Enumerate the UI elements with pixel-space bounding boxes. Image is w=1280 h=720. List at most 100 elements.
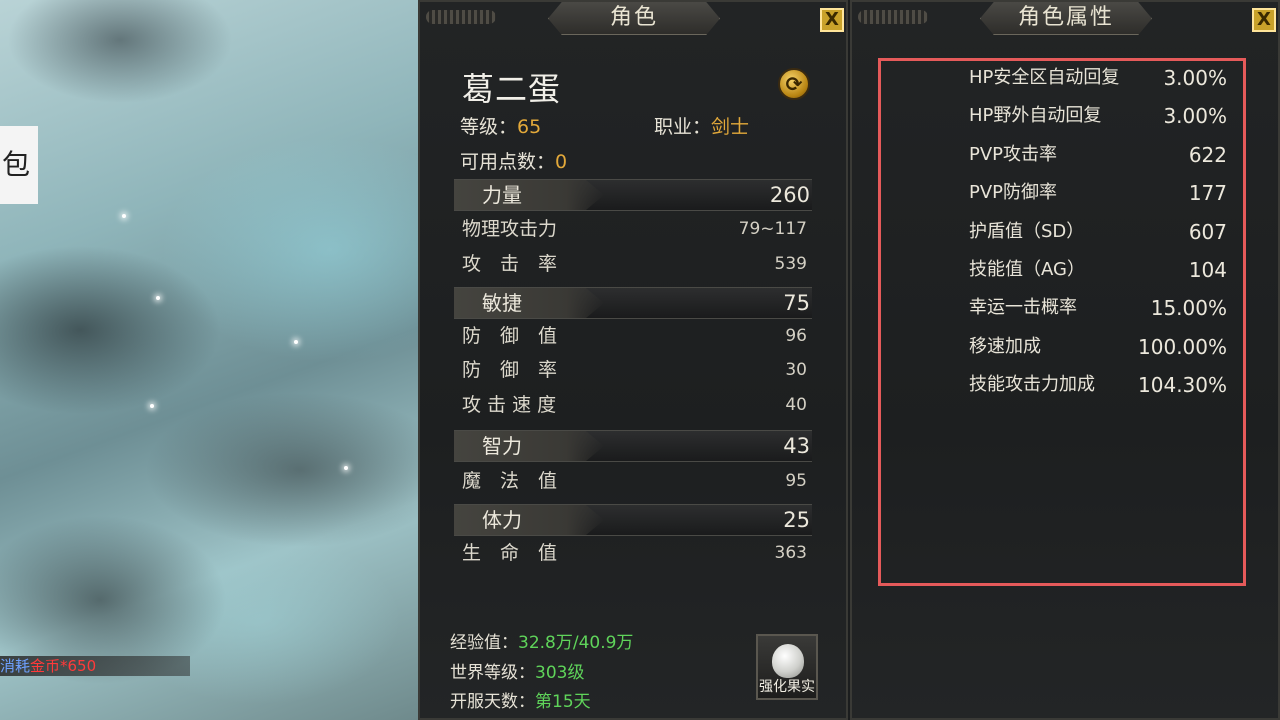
consume-label: 消耗 (0, 657, 31, 675)
sparkle (156, 296, 160, 300)
attribute-panel-title: 角色属性 (980, 2, 1152, 35)
substat-label: 物理攻击力 (462, 218, 558, 240)
level-value: 65 (517, 116, 542, 138)
attribute-value: 15.00% (1150, 296, 1227, 320)
stat-name: 智力 (482, 434, 522, 458)
attribute-label: 技能值（AG） (969, 259, 1085, 280)
substat-value: 79~117 (738, 219, 807, 239)
stat-value: 25 (783, 508, 810, 532)
attribute-row: PVP攻击率 622 (969, 140, 1227, 170)
rope-ornament-left (858, 10, 928, 24)
consume-info: 消耗金币*650 (0, 656, 190, 676)
bag-tab[interactable]: 包 (0, 126, 38, 204)
attribute-value: 100.00% (1138, 335, 1227, 359)
server-days-row: 开服天数：第15天 (450, 687, 591, 712)
substat-label: 攻 击 速 度 (462, 394, 557, 416)
character-panel-title: 角色 (548, 2, 720, 35)
substat-row: 物理攻击力 79~117 (462, 214, 807, 244)
server-days-label: 开服天数： (450, 692, 535, 712)
attribute-list: HP安全区自动回复 3.00% HP野外自动回复 3.00% PVP攻击率 62… (878, 58, 1246, 586)
exp-value: 32.8万/40.9万 (518, 633, 634, 653)
sparkle (150, 404, 154, 408)
class-row: 职业：剑士 (654, 112, 749, 139)
world-level-label: 世界等级： (450, 663, 535, 683)
level-label: 等级： (460, 116, 518, 138)
attribute-row: 技能攻击力加成 104.30% (969, 370, 1227, 400)
substat-value: 30 (785, 360, 807, 380)
character-panel: 角色 X 葛二蛋 ⟳ 等级：65 职业：剑士 可用点数：0 力量 260 物理攻… (418, 0, 848, 720)
points-label: 可用点数： (460, 151, 556, 173)
attribute-row: PVP防御率 177 (969, 178, 1227, 208)
sparkle (344, 466, 348, 470)
stat-name: 敏捷 (482, 291, 522, 315)
substat-label: 防 御 率 (462, 359, 558, 381)
attribute-row: HP野外自动回复 3.00% (969, 101, 1227, 131)
character-name: 葛二蛋 (462, 70, 562, 108)
substat-value: 539 (774, 254, 807, 274)
exp-label: 经验值： (450, 633, 518, 653)
level-row: 等级：65 (460, 112, 541, 139)
stat-value: 43 (783, 434, 810, 458)
stat-bar-strength: 力量 260 (454, 179, 812, 211)
enhance-fruit-button[interactable]: 强化果实 (756, 634, 818, 700)
enhance-fruit-label: 强化果实 (759, 679, 815, 695)
attribute-label: 幸运一击概率 (969, 297, 1077, 318)
attribute-row: 技能值（AG） 104 (969, 255, 1227, 285)
substat-row: 防 御 率 30 (462, 355, 807, 385)
substat-value: 363 (774, 543, 807, 563)
attribute-value: 104.30% (1138, 373, 1227, 397)
attribute-row: HP安全区自动回复 3.00% (969, 63, 1227, 93)
attribute-label: HP安全区自动回复 (969, 67, 1120, 88)
substat-row: 攻 击 率 539 (462, 249, 807, 279)
attribute-value: 607 (1188, 220, 1227, 244)
stat-bar-vitality: 体力 25 (454, 504, 812, 536)
world-level-row: 世界等级：303级 (450, 658, 584, 683)
sparkle (122, 214, 126, 218)
game-background: 包 消耗金币*650 (0, 0, 418, 720)
attribute-panel: 角色属性 X HP安全区自动回复 3.00% HP野外自动回复 3.00% PV… (850, 0, 1280, 720)
attribute-value: 622 (1188, 143, 1227, 167)
substat-value: 95 (785, 471, 807, 491)
attribute-value: 3.00% (1163, 66, 1227, 90)
substat-label: 魔 法 值 (462, 470, 558, 492)
stat-bar-intelligence: 智力 43 (454, 430, 812, 462)
points-value: 0 (555, 151, 568, 173)
substat-row: 魔 法 值 95 (462, 466, 807, 496)
substat-label: 生 命 值 (462, 542, 558, 564)
server-days-value: 第15天 (535, 692, 591, 712)
attribute-panel-header: 角色属性 X (852, 2, 1278, 36)
exp-row: 经验值：32.8万/40.9万 (450, 628, 633, 653)
substat-row: 生 命 值 363 (462, 538, 807, 568)
attribute-label: PVP攻击率 (969, 144, 1058, 165)
attribute-value: 104 (1188, 258, 1227, 282)
attribute-row: 护盾值（SD） 607 (969, 217, 1227, 247)
close-button[interactable]: X (820, 8, 844, 32)
substat-value: 40 (785, 395, 807, 415)
substat-value: 96 (785, 326, 807, 346)
sparkle (294, 340, 298, 344)
attribute-label: 技能攻击力加成 (969, 374, 1095, 395)
attribute-label: 移速加成 (969, 336, 1041, 357)
refresh-icon[interactable]: ⟳ (778, 68, 810, 100)
attribute-row: 幸运一击概率 15.00% (969, 293, 1227, 323)
points-row: 可用点数：0 (460, 147, 567, 174)
stat-value: 75 (783, 291, 810, 315)
class-label: 职业： (654, 116, 712, 138)
world-level-value: 303级 (535, 663, 585, 683)
rope-ornament-left (426, 10, 496, 24)
attribute-label: PVP防御率 (969, 182, 1058, 203)
substat-row: 防 御 值 96 (462, 321, 807, 351)
character-panel-header: 角色 X (420, 2, 846, 36)
attribute-label: 护盾值（SD） (969, 221, 1085, 242)
close-button[interactable]: X (1252, 8, 1276, 32)
stat-value: 260 (769, 183, 810, 207)
class-value: 剑士 (711, 116, 750, 138)
attribute-value: 3.00% (1163, 104, 1227, 128)
attribute-row: 移速加成 100.00% (969, 332, 1227, 362)
substat-label: 攻 击 率 (462, 253, 558, 275)
attribute-label: HP野外自动回复 (969, 105, 1102, 126)
substat-row: 攻 击 速 度 40 (462, 390, 807, 420)
stat-name: 力量 (482, 183, 522, 207)
fruit-icon (772, 644, 804, 678)
attribute-value: 177 (1188, 181, 1227, 205)
